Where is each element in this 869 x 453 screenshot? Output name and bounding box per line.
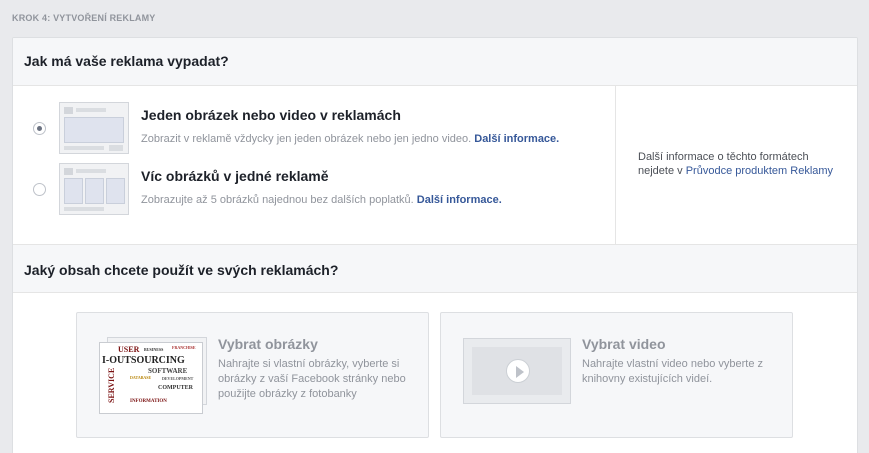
content-section-title: Jaký obsah chcete použít ve svých reklam…: [24, 262, 339, 278]
select-images-card[interactable]: USER BUSINESS FRANCHISE I-OUTSOURCING SO…: [76, 312, 429, 438]
format-carousel-more-info-link[interactable]: Další informace.: [417, 194, 502, 206]
format-options: Jeden obrázek nebo video v reklamách Zob…: [13, 86, 615, 244]
step-label: KROK 4: VYTVOŘENÍ REKLAMY: [12, 13, 156, 23]
carousel-format-icon: [59, 163, 129, 215]
select-video-description: Nahrajte vlastní video nebo vyberte z kn…: [582, 358, 763, 385]
side-info-line1: Další informace o těchto formátech: [638, 151, 809, 163]
select-video-title: Vybrat video: [582, 336, 666, 352]
format-carousel-radio[interactable]: [33, 183, 46, 196]
format-carousel-desc-text: Zobrazujte až 5 obrázků najednou bez dal…: [141, 194, 414, 206]
select-video-card[interactable]: Vybrat video Nahrajte vlastní video nebo…: [440, 312, 793, 438]
format-single-description: Zobrazit v reklamě vždycky jen jeden obr…: [141, 133, 559, 145]
ads-guide-link[interactable]: Průvodce produktem Reklamy: [686, 165, 833, 177]
wordcloud-thumbnail: USER BUSINESS FRANCHISE I-OUTSOURCING SO…: [102, 345, 196, 405]
format-single-radio[interactable]: [33, 122, 46, 135]
format-carousel-description: Zobrazujte až 5 obrázků najednou bez dal…: [141, 194, 502, 206]
ad-creation-panel: Jak má vaše reklama vypadat? Jeden obráz…: [12, 37, 858, 453]
format-carousel-title: Víc obrázků v jedné reklamě: [141, 168, 329, 184]
format-option-carousel[interactable]: Víc obrázků v jedné reklamě Zobrazujte a…: [13, 163, 615, 221]
format-option-single[interactable]: Jeden obrázek nebo video v reklamách Zob…: [13, 102, 615, 160]
content-section-header: Jaký obsah chcete použít ve svých reklam…: [13, 244, 857, 293]
video-placeholder-icon: [463, 338, 571, 404]
format-side-info: Další informace o těchto formátech nejde…: [615, 86, 857, 244]
format-single-title: Jeden obrázek nebo video v reklamách: [141, 107, 401, 123]
images-stack-icon: USER BUSINESS FRANCHISE I-OUTSOURCING SO…: [99, 337, 207, 414]
format-single-more-info-link[interactable]: Další informace.: [474, 133, 559, 145]
content-choices: USER BUSINESS FRANCHISE I-OUTSOURCING SO…: [13, 293, 857, 453]
select-images-title: Vybrat obrázky: [218, 336, 318, 352]
play-icon: [506, 359, 530, 383]
select-images-description: Nahrajte si vlastní obrázky, vyberte si …: [218, 358, 406, 400]
side-info-prefix: nejdete v: [638, 165, 683, 177]
format-section-title: Jak má vaše reklama vypadat?: [24, 53, 229, 69]
format-single-desc-text: Zobrazit v reklamě vždycky jen jeden obr…: [141, 133, 472, 145]
format-section-header: Jak má vaše reklama vypadat?: [13, 38, 857, 86]
single-image-format-icon: [59, 102, 129, 154]
